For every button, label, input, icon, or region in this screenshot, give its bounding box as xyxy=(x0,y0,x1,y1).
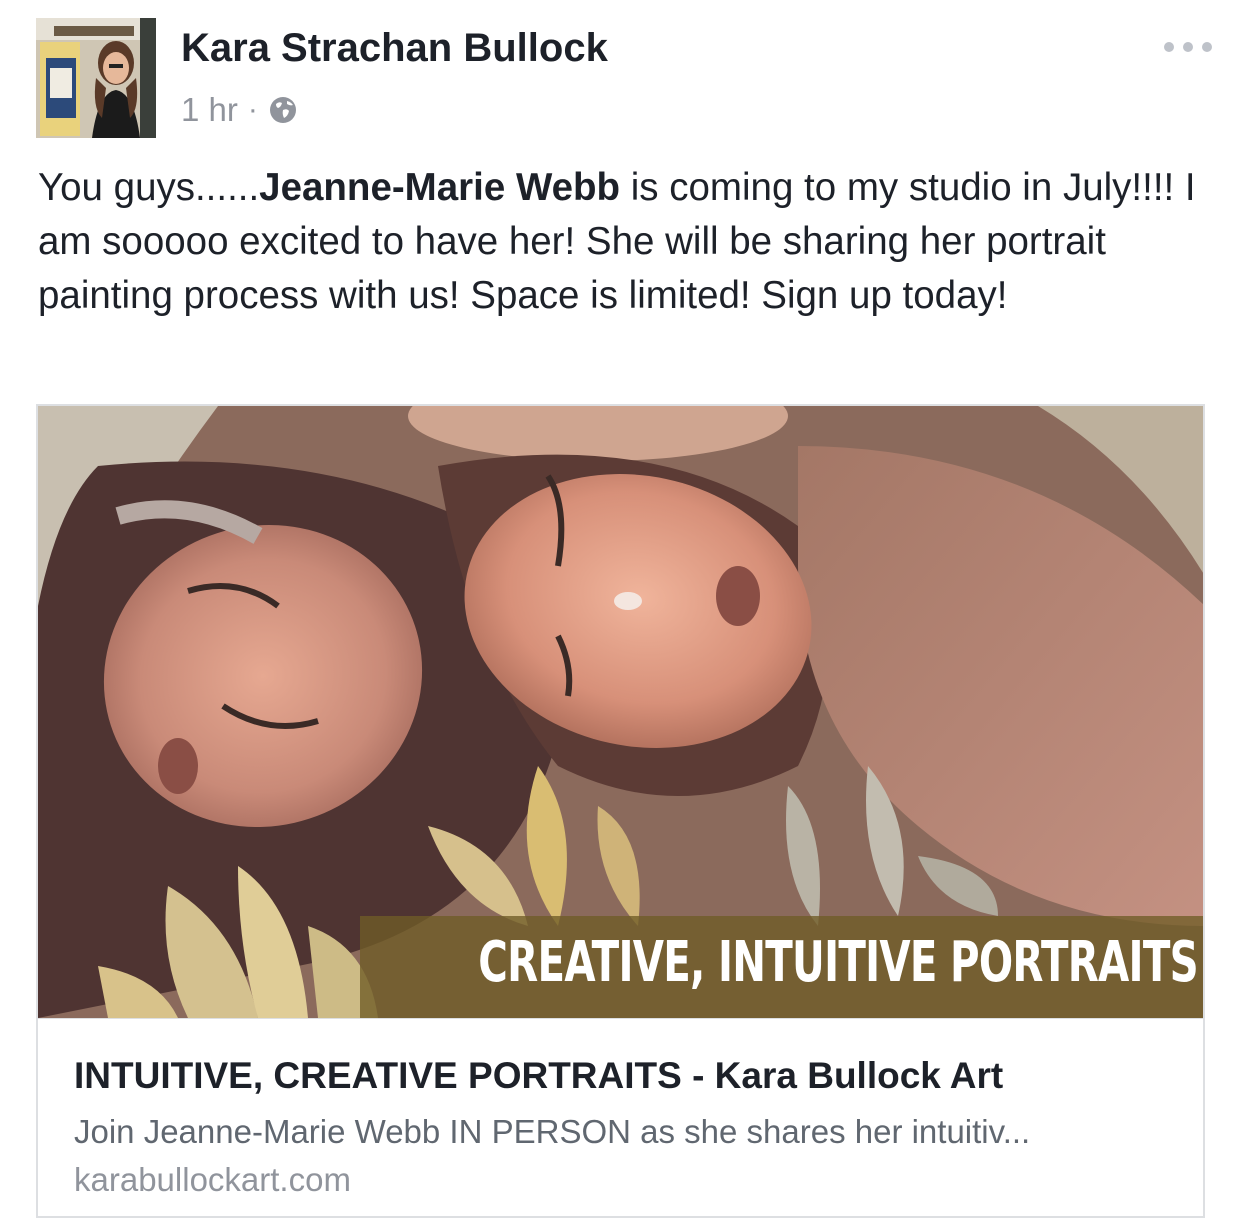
more-options-icon[interactable] xyxy=(1164,36,1212,58)
post-header: Kara Strachan Bullock 1 hr · xyxy=(0,0,1241,150)
post-message: You guys......Jeanne-Marie Webb is comin… xyxy=(38,161,1218,323)
globe-icon xyxy=(269,97,296,123)
more-dot xyxy=(1202,42,1212,52)
more-dot xyxy=(1164,42,1174,52)
mention-link[interactable]: Jeanne-Marie Webb xyxy=(259,166,620,209)
image-banner: CREATIVE, INTUITIVE PORTRAITS xyxy=(360,916,1203,1018)
link-title[interactable]: INTUITIVE, CREATIVE PORTRAITS - Kara Bul… xyxy=(74,1055,1003,1097)
link-preview-card[interactable]: CREATIVE, INTUITIVE PORTRAITS INTUITIVE,… xyxy=(36,404,1205,1218)
post-timestamp[interactable]: 1 hr xyxy=(181,91,238,129)
link-description: Join Jeanne-Marie Webb IN PERSON as she … xyxy=(74,1113,1031,1150)
avatar-photo-icon xyxy=(36,18,156,138)
post-meta: 1 hr · xyxy=(181,90,298,130)
more-dot xyxy=(1183,42,1193,52)
post-text-intro: You guys...... xyxy=(38,166,260,209)
author-name[interactable]: Kara Strachan Bullock xyxy=(181,26,608,71)
banner-title: CREATIVE, INTUITIVE PORTRAITS xyxy=(478,930,1198,995)
link-domain: karabullockart.com xyxy=(74,1161,351,1198)
meta-separator: · xyxy=(247,93,258,126)
link-preview-details[interactable]: INTUITIVE, CREATIVE PORTRAITS - Kara Bul… xyxy=(38,1018,1203,1216)
link-preview-image[interactable]: CREATIVE, INTUITIVE PORTRAITS xyxy=(38,406,1203,1018)
profile-avatar[interactable] xyxy=(36,18,156,138)
